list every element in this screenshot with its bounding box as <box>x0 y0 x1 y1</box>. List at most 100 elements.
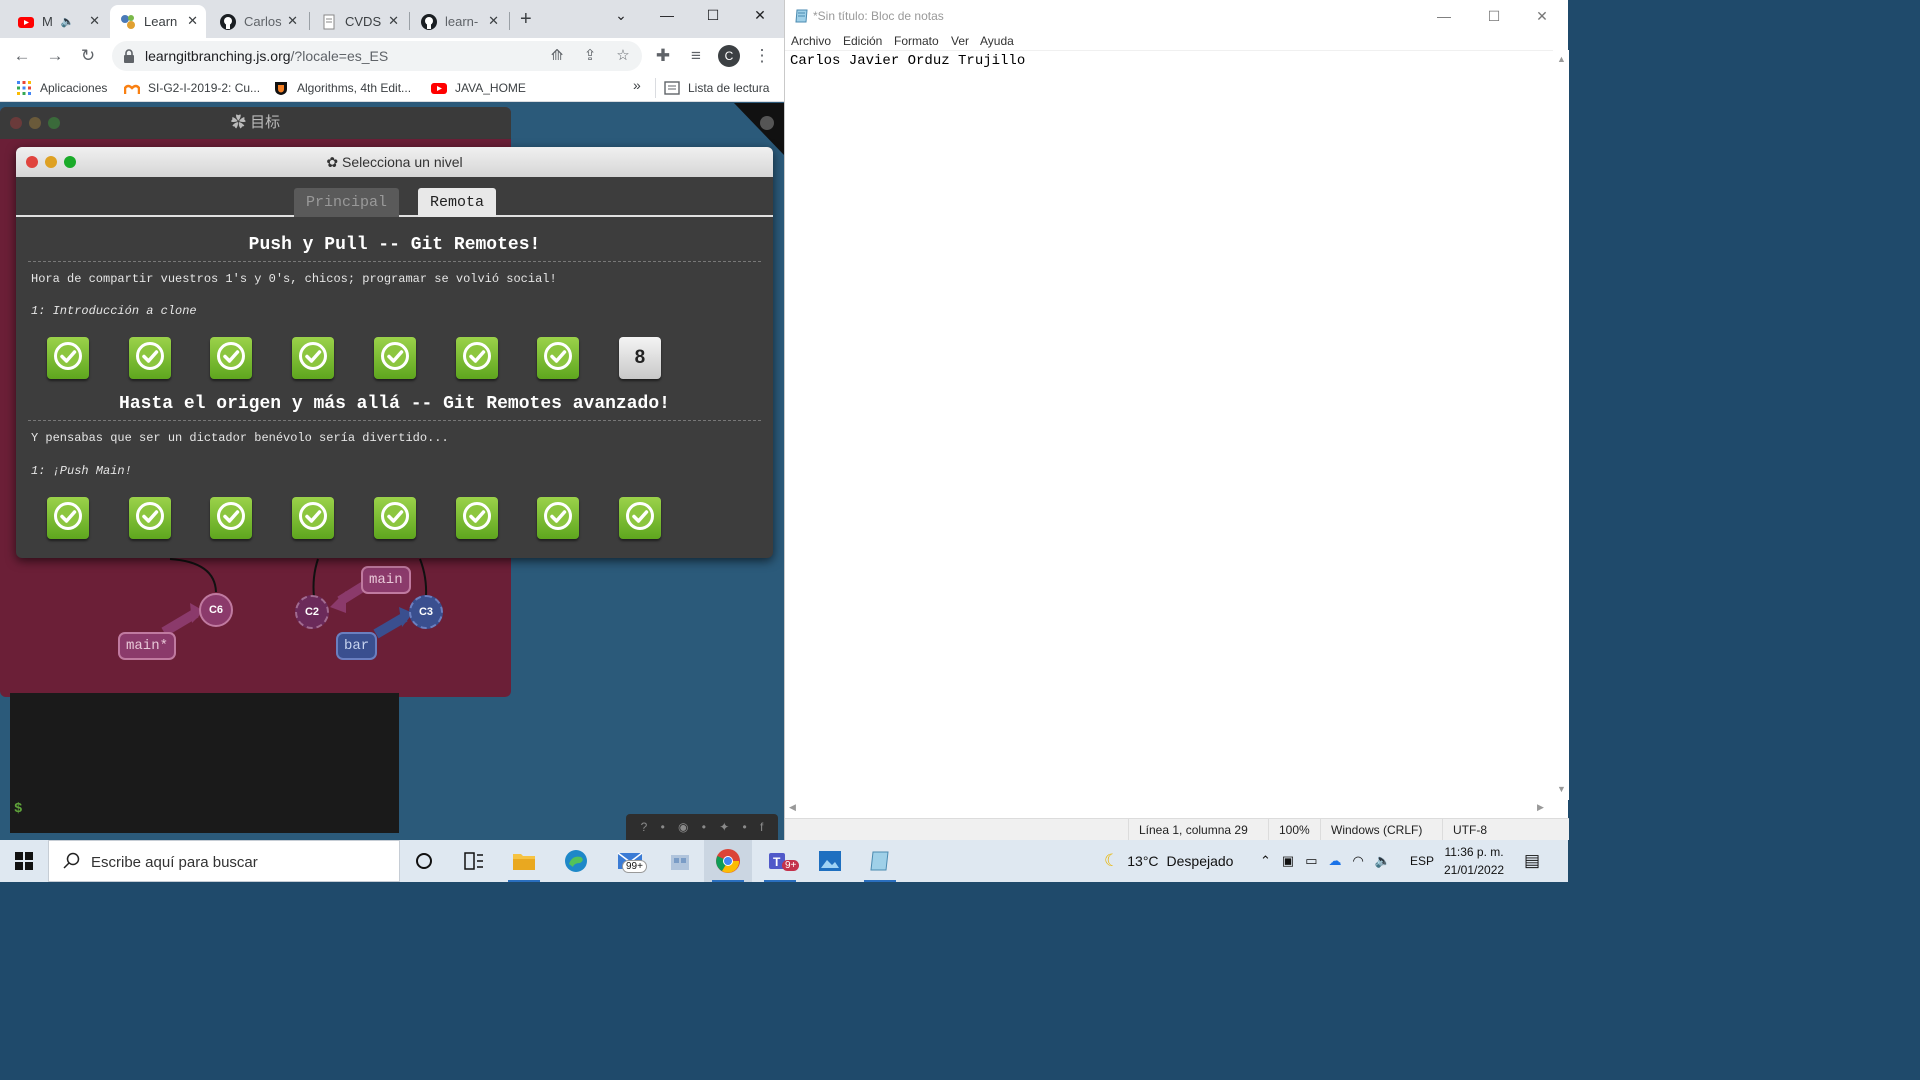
level-button[interactable] <box>455 497 498 539</box>
tab-github-learn[interactable]: learn- ✕ <box>411 5 507 38</box>
close-tab-icon[interactable]: ✕ <box>187 13 198 29</box>
close-tab-icon[interactable]: ✕ <box>89 13 100 29</box>
level-button[interactable] <box>537 337 580 379</box>
forward-arrow-icon[interactable]: → <box>43 44 67 68</box>
notepad-text-area[interactable]: Carlos Javier Orduz Trujillo <box>785 50 1553 800</box>
commit-node-c3[interactable]: C3 <box>409 595 443 629</box>
tab-remota[interactable]: Remota <box>418 188 497 217</box>
onedrive-icon[interactable]: ☁ <box>1329 853 1342 869</box>
teams-icon[interactable]: T 9+ <box>756 840 804 882</box>
cortana-icon[interactable] <box>400 840 448 882</box>
minimize-button[interactable]: — <box>644 0 690 30</box>
share-icon[interactable]: ⇪ <box>581 47 599 65</box>
commit-node-c2[interactable]: C2 <box>295 595 329 629</box>
level-button[interactable] <box>128 337 171 379</box>
branch-label-main-star[interactable]: main* <box>118 632 177 660</box>
globe-icon[interactable]: ◉ <box>678 820 688 834</box>
menu-ayuda[interactable]: Ayuda <box>980 34 1014 48</box>
close-tab-icon[interactable]: ✕ <box>388 13 399 29</box>
maximize-button[interactable]: ☐ <box>1471 0 1517 32</box>
level-button[interactable] <box>537 497 580 539</box>
volume-icon[interactable]: 🔈 <box>1375 853 1391 869</box>
menu-ver[interactable]: Ver <box>951 34 969 48</box>
commit-node-c6[interactable]: C6 <box>199 593 233 627</box>
clock[interactable]: 11:36 p. m. 21/01/2022 <box>1444 840 1504 882</box>
level-button[interactable] <box>292 337 335 379</box>
scroll-right-icon[interactable]: ▶ <box>1537 802 1544 813</box>
close-window-button[interactable]: ✕ <box>737 0 783 30</box>
weather-widget[interactable]: ☾ 13°C Despejado <box>1104 840 1233 882</box>
twitter-icon[interactable]: ✦ <box>719 820 729 834</box>
tab-github-carlos[interactable]: Carlos ✕ <box>210 5 306 38</box>
meet-now-icon[interactable]: ▣ <box>1282 853 1294 869</box>
close-light-icon[interactable] <box>26 156 38 168</box>
taskbar-search-box[interactable]: Escribe aquí para buscar <box>48 840 400 882</box>
file-explorer-icon[interactable] <box>500 840 548 882</box>
minimize-light-icon[interactable] <box>45 156 57 168</box>
tab-principal[interactable]: Principal <box>294 188 400 217</box>
level-button[interactable] <box>210 497 253 539</box>
close-window-button[interactable]: ✕ <box>1519 0 1565 32</box>
wifi-icon[interactable]: ◠ <box>1353 853 1364 869</box>
mail-icon[interactable]: 99+ <box>606 840 654 882</box>
tab-learngit[interactable]: Learn ✕ <box>110 5 206 38</box>
battery-icon[interactable]: ▭ <box>1305 853 1317 869</box>
level-button[interactable] <box>373 337 416 379</box>
branch-label-main[interactable]: main <box>361 566 411 594</box>
level-button[interactable]: 8 <box>618 337 661 379</box>
scroll-up-icon[interactable]: ▲ <box>1557 54 1566 64</box>
level-button[interactable] <box>47 497 89 539</box>
profile-avatar[interactable]: C <box>717 44 741 68</box>
horizontal-scrollbar[interactable]: ◀ ▶ <box>785 800 1553 816</box>
level-button[interactable] <box>128 497 171 539</box>
photos-icon[interactable] <box>806 840 854 882</box>
back-arrow-icon[interactable]: ← <box>10 44 34 68</box>
level-button[interactable] <box>455 337 498 379</box>
task-view-icon[interactable] <box>450 840 498 882</box>
notifications-icon[interactable]: ▤ <box>1524 840 1540 882</box>
level-button[interactable] <box>618 497 661 539</box>
address-bar[interactable]: learngitbranching.js.org/?locale=es_ES ⟰… <box>112 41 642 71</box>
minimize-button[interactable]: — <box>1421 0 1467 32</box>
level-button[interactable] <box>210 337 253 379</box>
notepad-icon[interactable] <box>856 840 904 882</box>
branch-label-bar[interactable]: bar <box>336 632 378 660</box>
extensions-icon[interactable]: ✚ <box>651 44 675 68</box>
bookmark-moodle[interactable]: SI-G2-I-2019-2: Cu... <box>124 80 260 96</box>
more-menu-icon[interactable]: ⋮ <box>750 44 774 68</box>
media-control-icon[interactable]: ≡ <box>684 44 708 68</box>
reload-icon[interactable]: ↻ <box>76 44 100 68</box>
edge-icon[interactable] <box>552 840 600 882</box>
menu-formato[interactable]: Formato <box>894 34 939 48</box>
translate-icon[interactable]: ⟰ <box>548 47 566 65</box>
scroll-down-icon[interactable]: ▼ <box>1557 784 1566 794</box>
language-indicator[interactable]: ESP <box>1410 840 1434 882</box>
level-button[interactable] <box>292 497 335 539</box>
bookmarks-overflow-button[interactable]: » <box>633 77 641 93</box>
help-icon[interactable]: ? <box>641 820 648 834</box>
close-tab-icon[interactable]: ✕ <box>287 13 298 29</box>
store-icon[interactable] <box>656 840 704 882</box>
lock-icon[interactable] <box>122 48 136 64</box>
reading-list-button[interactable]: Lista de lectura <box>664 80 769 96</box>
chrome-icon[interactable] <box>704 840 752 882</box>
bookmark-apps[interactable]: Aplicaciones <box>16 80 107 96</box>
tab-cvds[interactable]: CVDS ✕ <box>311 5 407 38</box>
menu-edicion[interactable]: Edición <box>843 34 882 48</box>
new-tab-button[interactable]: + <box>520 8 532 31</box>
maximize-button[interactable]: ☐ <box>690 0 736 30</box>
vertical-scrollbar[interactable]: ▲ ▼ <box>1553 50 1569 800</box>
level-button[interactable] <box>373 497 416 539</box>
maximize-light-icon[interactable] <box>64 156 76 168</box>
bookmark-java-home[interactable]: JAVA_HOME <box>431 80 526 96</box>
close-tab-icon[interactable]: ✕ <box>488 13 499 29</box>
scroll-left-icon[interactable]: ◀ <box>789 802 796 813</box>
bookmark-algorithms[interactable]: Algorithms, 4th Edit... <box>273 80 411 96</box>
command-terminal[interactable]: $ <box>10 693 399 833</box>
speaker-icon[interactable]: 🔈 <box>61 15 75 28</box>
bookmark-star-icon[interactable]: ☆ <box>614 47 632 65</box>
tab-search-icon[interactable]: ⌄ <box>598 0 644 30</box>
tab-youtube[interactable]: M 🔈 ✕ <box>8 5 108 38</box>
chevron-up-icon[interactable]: ⌃ <box>1260 853 1271 869</box>
start-button[interactable] <box>0 840 48 882</box>
